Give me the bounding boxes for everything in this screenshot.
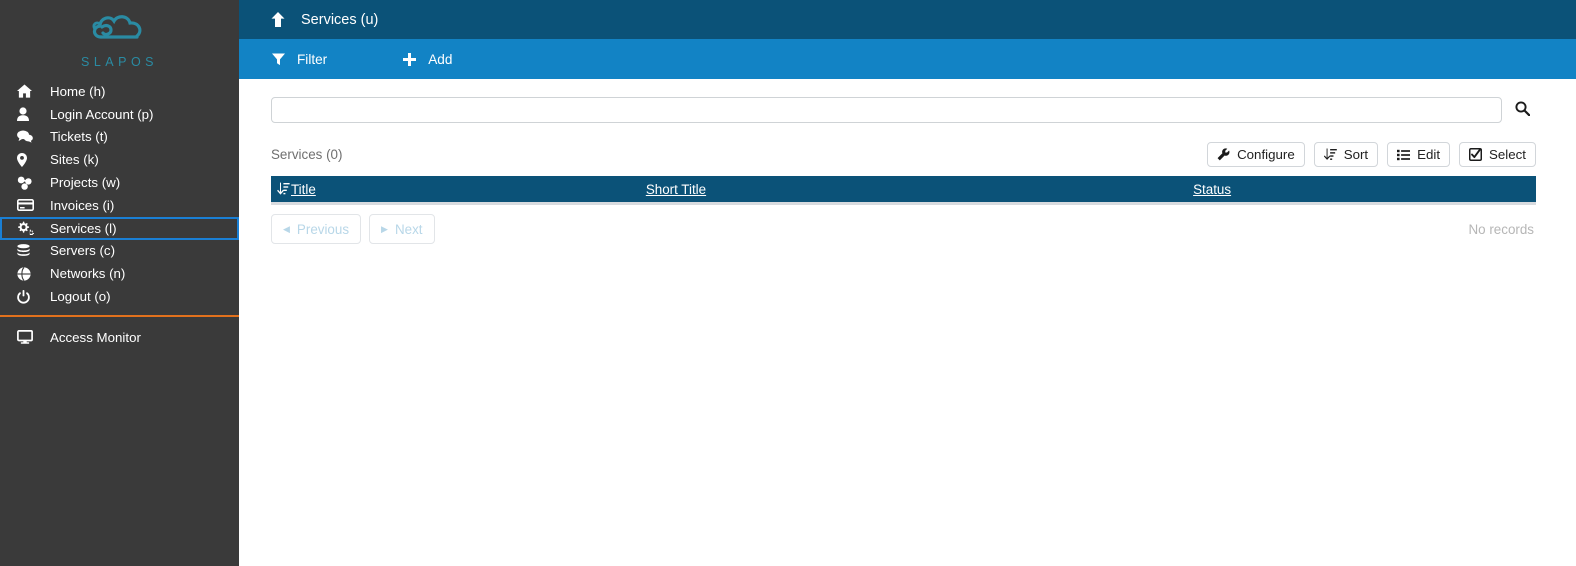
- check-square-icon: [1469, 148, 1483, 161]
- list-icon: [1397, 149, 1411, 161]
- column-header-short-title[interactable]: Short Title: [646, 182, 706, 197]
- search-icon: [1514, 101, 1530, 119]
- configure-label: Configure: [1237, 147, 1295, 162]
- cloud-logo-icon: [89, 11, 151, 54]
- desktop-icon: [17, 330, 39, 345]
- page-title: Services (u): [301, 11, 379, 28]
- sort-button[interactable]: Sort: [1313, 142, 1379, 167]
- column-header-status[interactable]: Status: [1193, 182, 1231, 197]
- action-toolbar: Filter Add: [239, 39, 1576, 79]
- add-button[interactable]: Add: [403, 52, 452, 67]
- sidebar-item-home[interactable]: Home (h): [0, 80, 239, 103]
- sidebar-nav: Home (h) Login Account (p) Tickets (t) S…: [0, 80, 239, 308]
- sidebar-item-label: Sites (k): [50, 152, 99, 168]
- next-button[interactable]: ▶ Next: [369, 214, 435, 244]
- next-label: Next: [394, 221, 423, 237]
- sidebar-item-sites[interactable]: Sites (k): [0, 148, 239, 171]
- caret-right-icon: ▶: [381, 223, 388, 234]
- sidebar-item-label: Servers (c): [50, 243, 116, 259]
- filter-button[interactable]: Filter: [272, 52, 327, 67]
- cogs-icon: [17, 221, 39, 236]
- listing-count: Services (0): [271, 147, 343, 162]
- map-marker-icon: [17, 152, 39, 167]
- edit-button[interactable]: Edit: [1387, 142, 1451, 167]
- caret-left-icon: ◀: [283, 223, 290, 234]
- sidebar-item-label: Logout (o): [50, 288, 111, 304]
- sort-label: Sort: [1343, 147, 1369, 162]
- globe-icon: [17, 266, 39, 281]
- logo-text: SLAPOS: [80, 55, 159, 69]
- sidebar-item-tickets[interactable]: Tickets (t): [0, 126, 239, 149]
- configure-button[interactable]: Configure: [1207, 142, 1305, 167]
- sidebar-item-access-monitor[interactable]: Access Monitor: [0, 326, 239, 349]
- sidebar-divider: [0, 314, 239, 317]
- search-button[interactable]: [1508, 97, 1536, 123]
- sidebar-bottom-nav: Access Monitor: [0, 326, 239, 349]
- select-button[interactable]: Select: [1459, 142, 1536, 167]
- logo-area[interactable]: SLAPOS: [0, 0, 239, 78]
- previous-button[interactable]: ◀ Previous: [271, 214, 362, 244]
- filter-icon: [272, 52, 285, 66]
- select-label: Select: [1489, 147, 1526, 162]
- database-icon: [17, 244, 39, 258]
- sidebar-item-label: Networks (n): [50, 266, 126, 282]
- column-header-title[interactable]: Title: [277, 182, 316, 197]
- sidebar: SLAPOS Home (h) Login Account (p) Ticket…: [0, 0, 239, 566]
- edit-label: Edit: [1417, 147, 1441, 162]
- power-off-icon: [17, 289, 39, 304]
- sidebar-item-label: Access Monitor: [50, 329, 141, 345]
- sidebar-item-label: Services (l): [50, 220, 117, 236]
- filter-label: Filter: [297, 51, 328, 67]
- column-header-title-label: Title: [291, 181, 316, 197]
- listing-header: Services (0) Configure Sort Edit Select: [271, 142, 1536, 167]
- add-label: Add: [428, 51, 453, 67]
- slapos-logo: SLAPOS: [81, 11, 158, 69]
- search-input[interactable]: [271, 97, 1502, 123]
- pagination-row: ◀ Previous ▶ Next No records: [271, 214, 1536, 244]
- sidebar-item-label: Home (h): [50, 83, 106, 99]
- arrow-up-icon[interactable]: [271, 12, 285, 27]
- home-icon: [17, 84, 39, 98]
- cubes-icon: [17, 176, 39, 190]
- app-root: SLAPOS Home (h) Login Account (p) Ticket…: [0, 0, 1576, 566]
- sort-amount-icon: [1323, 148, 1337, 161]
- sidebar-item-login-account[interactable]: Login Account (p): [0, 103, 239, 126]
- sidebar-item-logout[interactable]: Logout (o): [0, 285, 239, 308]
- wrench-icon: [1217, 148, 1230, 161]
- sidebar-item-label: Invoices (i): [50, 197, 115, 213]
- table-header-row: Title Short Title Status: [271, 176, 1536, 205]
- credit-card-icon: [17, 199, 39, 212]
- pagination-controls: ◀ Previous ▶ Next: [271, 214, 435, 244]
- comments-icon: [17, 130, 39, 144]
- empty-state-text: No records: [1468, 221, 1535, 237]
- content-area: Services (0) Configure Sort Edit Select …: [239, 97, 1576, 244]
- sidebar-item-label: Login Account (p): [50, 106, 154, 122]
- sort-amount-asc-icon: [277, 182, 290, 196]
- sidebar-item-label: Projects (w): [50, 174, 121, 190]
- main-area: Services (u) Filter Add Services (0) Con…: [239, 0, 1576, 566]
- plus-icon: [403, 52, 417, 66]
- user-icon: [17, 107, 39, 122]
- sidebar-item-networks[interactable]: Networks (n): [0, 262, 239, 285]
- sidebar-item-servers[interactable]: Servers (c): [0, 240, 239, 263]
- sidebar-item-projects[interactable]: Projects (w): [0, 171, 239, 194]
- listing-actions: Configure Sort Edit Select: [1198, 142, 1536, 167]
- previous-label: Previous: [296, 221, 350, 237]
- search-row: [271, 97, 1536, 123]
- sidebar-item-services[interactable]: Services (l): [0, 216, 239, 240]
- sidebar-item-invoices[interactable]: Invoices (i): [0, 194, 239, 217]
- sidebar-item-label: Tickets (t): [50, 129, 108, 145]
- page-header: Services (u): [239, 0, 1576, 39]
